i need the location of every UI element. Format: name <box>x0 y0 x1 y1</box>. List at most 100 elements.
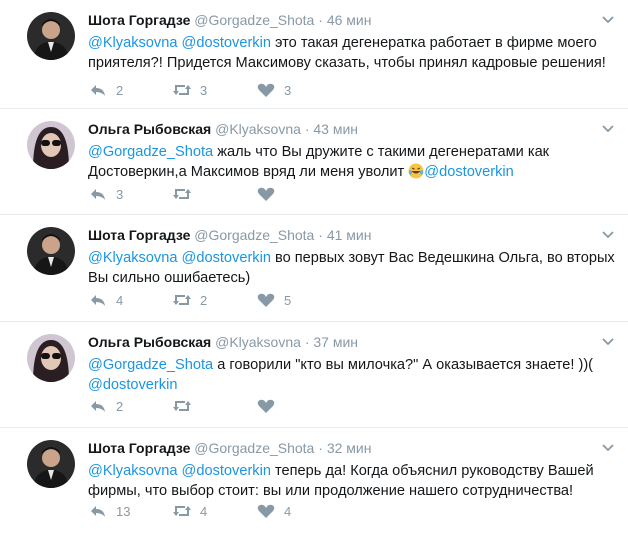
text-segment: Вы сильно ошибаетесь) <box>88 270 251 286</box>
reply-button[interactable]: 3 <box>88 186 172 202</box>
tweet-actions: 2 3 3 <box>88 80 340 100</box>
reply-button[interactable]: 4 <box>88 292 172 308</box>
retweet-icon <box>173 189 191 199</box>
author-name[interactable]: Шота Горгадзе <box>88 440 190 456</box>
retweet-count: 4 <box>200 503 208 519</box>
reply-button[interactable]: 13 <box>88 503 172 519</box>
author-handle[interactable]: @Gorgadze_Shota <box>194 227 314 243</box>
chevron-down-icon[interactable] <box>602 125 614 133</box>
author-name[interactable]: Ольга Рыбовская <box>88 121 211 137</box>
tweet-line-2: Достоверкин,а Максимов вряд ли меня увол… <box>88 162 610 182</box>
mention-link[interactable]: @Klyaksovna <box>88 250 177 266</box>
mention-link[interactable]: @dostoverkin <box>182 250 271 266</box>
avatar-shota[interactable] <box>27 227 75 275</box>
tweet[interactable]: Ольга Рыбовская @Klyaksovna · 43 мин @Go… <box>0 109 628 215</box>
like-button[interactable]: 5 <box>256 292 340 308</box>
laughing-tears-emoji-icon <box>408 163 424 179</box>
retweet-button[interactable] <box>172 186 256 202</box>
retweet-icon <box>173 85 191 95</box>
separator: · <box>318 227 323 243</box>
author-handle[interactable]: @Klyaksovna <box>215 334 301 350</box>
reply-icon <box>91 85 105 96</box>
chevron-down-icon[interactable] <box>602 231 614 239</box>
text-segment: Достоверкин,а Максимов вряд ли меня увол… <box>88 164 409 180</box>
tweet-line-1: @Klyaksovna @dostoverkin теперь да! Когд… <box>88 461 610 481</box>
tweet-time[interactable]: 41 мин <box>327 227 372 243</box>
mention-link[interactable]: @Klyaksovna <box>88 463 177 479</box>
tweet-header: Ольга Рыбовская @Klyaksovna · 43 мин <box>88 120 610 138</box>
text-segment: а говорили "кто вы милочка?" А оказывает… <box>213 357 594 373</box>
tweet-content: Шота Горгадзе @Gorgadze_Shota · 41 мин @… <box>88 226 615 288</box>
separator: · <box>304 334 310 350</box>
tweet[interactable]: Ольга Рыбовская @Klyaksovna · 37 мин @Go… <box>0 322 628 428</box>
tweet-text: @Gorgadze_Shota а говорили "кто вы милоч… <box>88 355 610 395</box>
reply-icon <box>91 506 105 517</box>
tweet-header: Шота Горгадзе @Gorgadze_Shota · 32 мин <box>88 439 610 457</box>
tweet-time[interactable]: 46 мин <box>327 12 372 28</box>
like-count: 5 <box>284 292 292 308</box>
mention-link[interactable]: @dostoverkin <box>182 35 271 51</box>
chevron-down-icon[interactable] <box>602 16 614 24</box>
mention-link[interactable]: @Gorgadze_Shota <box>88 357 213 373</box>
reply-count: 13 <box>116 503 131 519</box>
retweet-icon <box>173 401 191 411</box>
heart-icon <box>257 504 275 518</box>
mention-link[interactable]: @Klyaksovna <box>88 35 177 51</box>
author-name[interactable]: Ольга Рыбовская <box>88 334 211 350</box>
chevron-down-icon[interactable] <box>602 444 614 452</box>
reply-button[interactable]: 2 <box>88 82 172 98</box>
retweet-button[interactable]: 3 <box>172 82 256 98</box>
mention-link[interactable]: @dostoverkin <box>424 164 513 180</box>
tweet-line-2: Вы сильно ошибаетесь) <box>88 268 610 288</box>
author-handle[interactable]: @Klyaksovna <box>215 121 301 137</box>
retweet-button[interactable]: 2 <box>172 292 256 308</box>
text-segment: приятеля?! Придется Максимову сказать, ч… <box>88 55 606 71</box>
tweet-actions: 2 <box>88 396 340 416</box>
author-handle[interactable]: @Gorgadze_Shota <box>194 12 314 28</box>
mention-link[interactable]: @Gorgadze_Shota <box>88 144 213 160</box>
mention-link[interactable]: @dostoverkin <box>88 377 177 393</box>
chevron-down-icon[interactable] <box>602 338 614 346</box>
like-button[interactable] <box>256 186 340 202</box>
tweet-line-2: @dostoverkin <box>88 375 610 395</box>
like-button[interactable]: 4 <box>256 503 340 519</box>
heart-icon <box>257 83 275 97</box>
heart-icon <box>257 187 275 201</box>
tweet-line-1: @Gorgadze_Shota жаль что Вы дружите с та… <box>88 142 610 162</box>
tweet-line-1: @Klyaksovna @dostoverkin это такая деген… <box>88 33 610 53</box>
like-button[interactable]: 3 <box>256 82 340 98</box>
author-name[interactable]: Шота Горгадзе <box>88 12 190 28</box>
heart-icon <box>257 293 275 307</box>
retweet-button[interactable]: 4 <box>172 503 256 519</box>
tweet-line-2: фирмы, что выбор стоит: вы или продолжен… <box>88 481 610 501</box>
retweet-count: 2 <box>200 292 208 308</box>
avatar-shota[interactable] <box>27 12 75 60</box>
tweet-content: Ольга Рыбовская @Klyaksovna · 37 мин @Go… <box>88 333 610 395</box>
avatar-olga[interactable] <box>27 334 75 382</box>
tweet[interactable]: Шота Горгадзе @Gorgadze_Shota · 41 мин @… <box>0 215 628 322</box>
tweet-actions: 3 <box>88 184 340 204</box>
reply-count: 2 <box>116 398 124 414</box>
like-button[interactable] <box>256 398 340 414</box>
tweet-time[interactable]: 32 мин <box>327 440 372 456</box>
retweet-button[interactable] <box>172 398 256 414</box>
heart-icon <box>257 399 275 413</box>
tweet[interactable]: Шота Горгадзе @Gorgadze_Shota · 32 мин @… <box>0 428 628 537</box>
text-segment: теперь да! Когда объяснил руководству Ва… <box>270 463 594 479</box>
reply-button[interactable]: 2 <box>88 398 172 414</box>
author-handle[interactable]: @Gorgadze_Shota <box>194 440 314 456</box>
mention-link[interactable]: @dostoverkin <box>182 463 271 479</box>
avatar-shota[interactable] <box>27 440 75 488</box>
tweet[interactable]: Шота Горгадзе @Gorgadze_Shota · 46 мин @… <box>0 0 628 109</box>
text-segment: во первых зовут Вас Ведешкина Ольга, во … <box>270 250 615 266</box>
tweet-content: Шота Горгадзе @Gorgadze_Shota · 46 мин @… <box>88 11 610 73</box>
author-name[interactable]: Шота Горгадзе <box>88 227 190 243</box>
tweet-header: Ольга Рыбовская @Klyaksovna · 37 мин <box>88 333 610 351</box>
like-count: 3 <box>284 82 292 98</box>
tweet-time[interactable]: 43 мин <box>313 121 358 137</box>
avatar-olga[interactable] <box>27 121 75 169</box>
separator: · <box>318 12 323 28</box>
separator: · <box>318 440 323 456</box>
tweet-time[interactable]: 37 мин <box>313 334 358 350</box>
like-count: 4 <box>284 503 292 519</box>
